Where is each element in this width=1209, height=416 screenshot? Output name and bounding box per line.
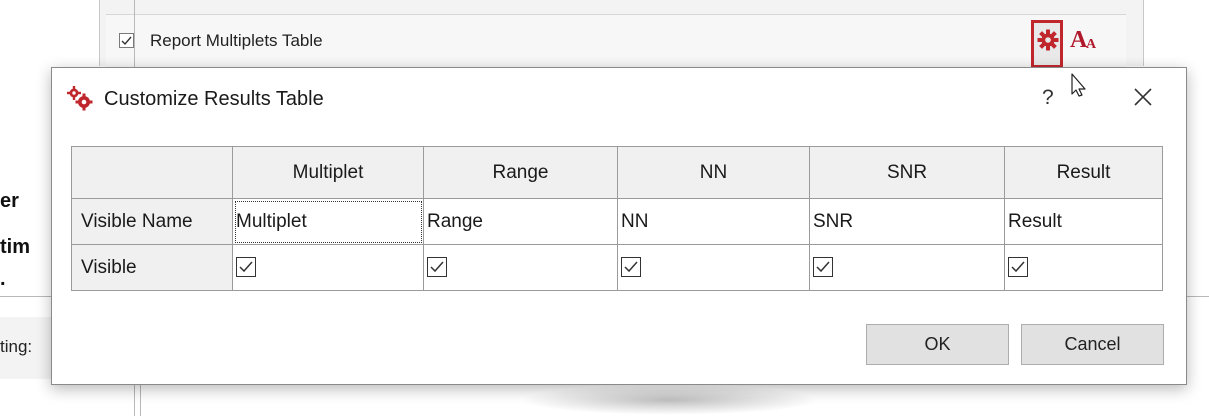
visible-checkbox[interactable] [236,257,256,278]
visible-name-input[interactable]: NN [617,198,810,245]
visible-checkbox-cell [232,244,424,291]
visible-name-input[interactable]: Range [423,198,618,245]
cancel-button[interactable]: Cancel [1021,324,1164,365]
visible-checkbox-cell [809,244,1005,291]
visible-checkbox[interactable] [813,257,833,278]
gears-icon [67,86,93,111]
font-size-icon-small: A [1086,37,1097,52]
column-header: Result [1004,146,1163,199]
table-row-visible: Visible [71,244,1163,291]
visible-checkbox[interactable] [1008,257,1028,278]
visible-checkbox-cell [617,244,810,291]
visible-checkbox[interactable] [621,257,641,278]
column-header: SNR [809,146,1005,199]
background-divider-2 [140,380,141,416]
ok-button[interactable]: OK [866,324,1009,365]
report-multiplets-label: Report Multiplets Table [150,31,323,50]
check-icon [816,261,830,273]
check-icon [624,261,638,273]
table-corner-cell [71,146,233,199]
close-icon[interactable] [1132,86,1154,108]
background-text-fragment: tim [0,236,30,258]
visible-checkbox-cell [423,244,618,291]
background-text-fragment: er [0,190,19,212]
row-header: Visible [71,244,233,291]
check-icon [430,261,444,273]
gear-icon [1037,29,1059,51]
font-size-icon: A [1070,27,1088,53]
table-row-visible-name: Visible Name Multiplet Range NN SNR Resu… [71,198,1163,245]
help-button[interactable]: ? [1042,86,1054,110]
background-divider-h-right [1185,296,1209,297]
visible-name-input[interactable]: SNR [809,198,1005,245]
background-settings-fragment: ting: [0,337,33,356]
background-text-fragment: . [0,268,6,290]
column-header: NN [617,146,810,199]
visible-name-input[interactable]: Result [1004,198,1163,245]
customize-results-dialog: Customize Results Table ? Multiplet Rang… [51,67,1187,385]
results-config-table: Multiplet Range NN SNR Result Visible Na… [71,146,1163,291]
dialog-title: Customize Results Table [104,88,324,110]
table-header-row: Multiplet Range NN SNR Result [71,146,1163,199]
column-header: Multiplet [232,146,424,199]
font-settings-button[interactable]: A A [1067,27,1101,61]
check-icon [121,36,132,46]
background-shadow [520,385,820,415]
report-multiplets-checkbox[interactable] [119,33,134,48]
visible-checkbox-cell [1004,244,1163,291]
row-header: Visible Name [71,198,233,245]
visible-name-input[interactable]: Multiplet [232,198,424,245]
mouse-cursor-icon [1071,73,1086,97]
visible-checkbox[interactable] [427,257,447,278]
check-icon [239,261,253,273]
customize-table-button[interactable] [1031,20,1063,68]
column-header: Range [423,146,618,199]
check-icon [1011,261,1025,273]
